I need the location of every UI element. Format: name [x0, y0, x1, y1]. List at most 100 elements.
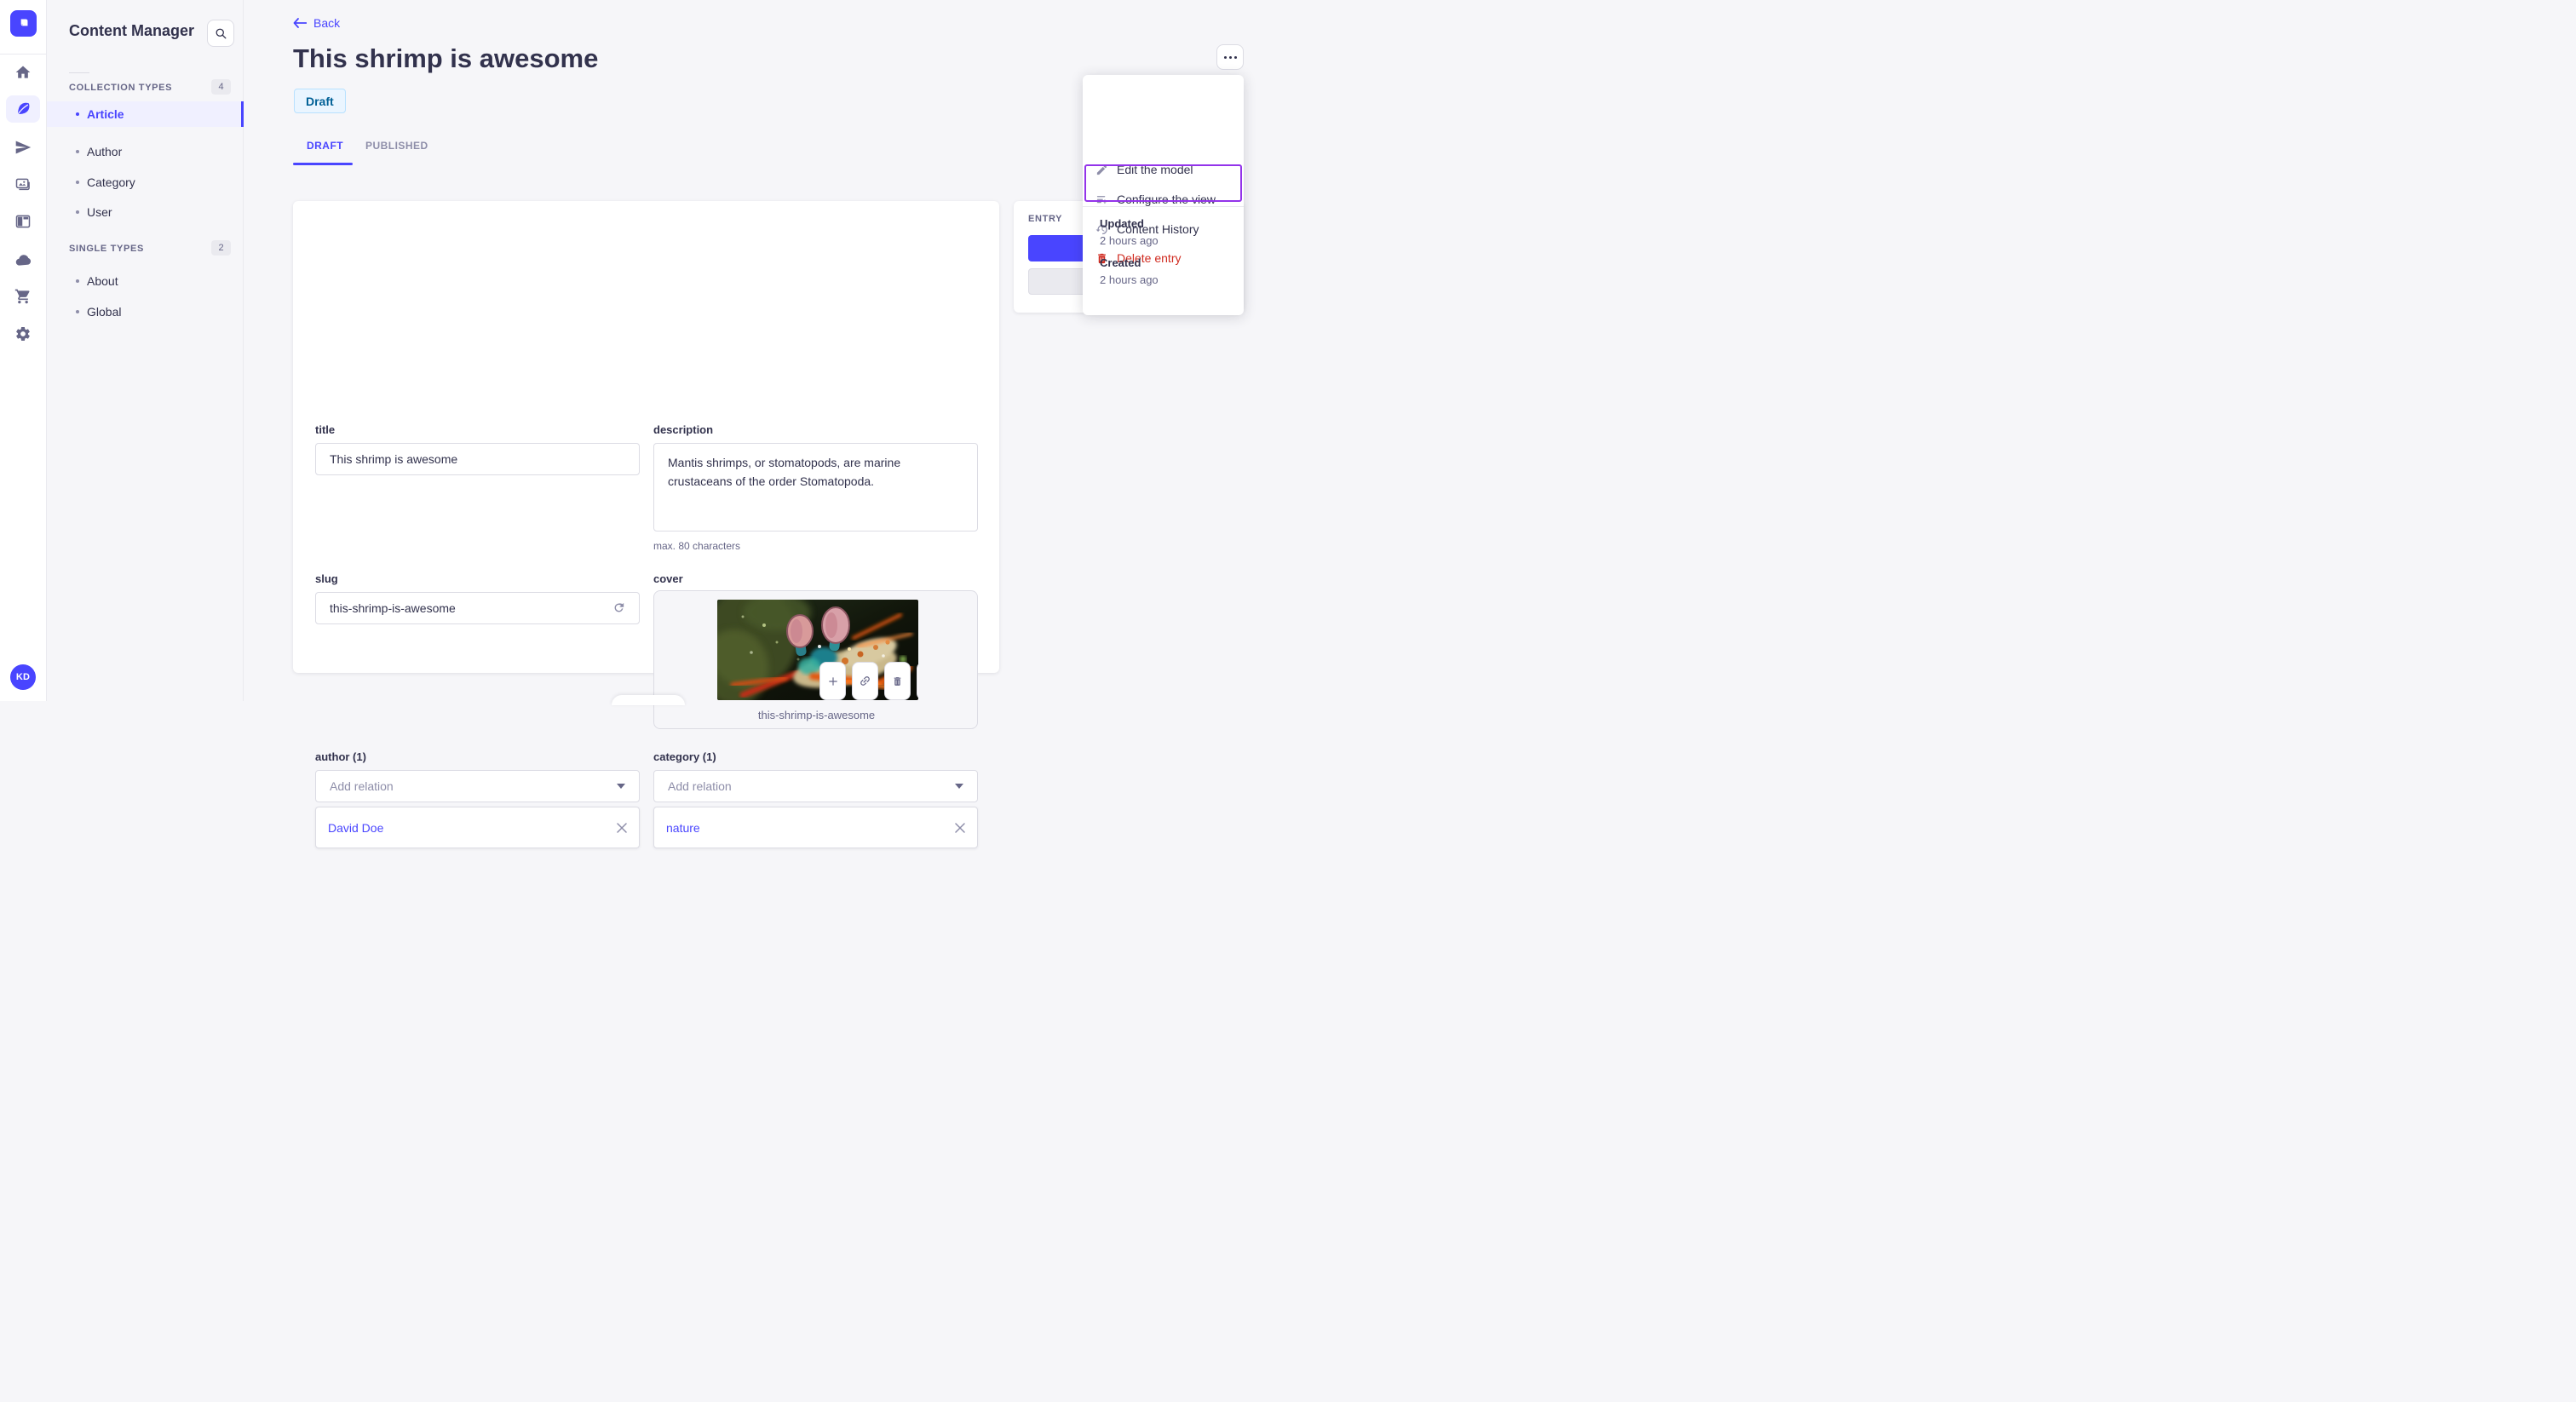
user-avatar[interactable]: KD [10, 664, 36, 690]
description-hint: max. 80 characters [653, 540, 741, 552]
updated-value: 2 hours ago [1100, 234, 1159, 247]
subnav-item-label: Global [87, 305, 122, 319]
sidebar-item-marketplace[interactable] [6, 283, 40, 310]
bullet-icon [76, 112, 79, 116]
sidebar-item-releases[interactable] [6, 134, 40, 161]
section-label-collection-types: COLLECTION TYPES [69, 83, 173, 93]
cloud-icon [15, 254, 31, 266]
tab-draft[interactable]: DRAFT [307, 140, 343, 152]
content-manager-subnav: Content Manager COLLECTION TYPES 4 Artic… [47, 0, 244, 701]
back-label: Back [313, 16, 341, 30]
category-field-label: category (1) [653, 750, 716, 763]
category-add-relation-select[interactable]: Add relation [653, 770, 978, 802]
trash-outline-icon [894, 676, 901, 686]
edit-media-button[interactable] [917, 662, 918, 700]
arrow-left-icon [293, 18, 307, 28]
author-relation-item: David Doe [315, 807, 640, 848]
feather-icon [16, 102, 30, 116]
cover-image [717, 600, 918, 700]
tab-published[interactable]: PUBLISHED [365, 140, 428, 152]
ellipsis-icon [1223, 55, 1227, 59]
sidebar-item-media-library[interactable] [6, 171, 40, 198]
subnav-item-label: Category [87, 175, 135, 189]
subnav-item-label: User [87, 205, 112, 219]
author-field-label: author (1) [315, 750, 366, 763]
back-link[interactable]: Back [293, 16, 340, 30]
bullet-icon [76, 279, 79, 283]
subnav-item-user[interactable]: User [47, 199, 244, 225]
menu-item-label: Edit the model [1117, 163, 1193, 176]
cover-media-field: this-shrimp-is-awesome [653, 590, 978, 729]
paper-plane-icon [15, 141, 32, 154]
created-value: 2 hours ago [1100, 273, 1159, 286]
subnav-item-about[interactable]: About [47, 268, 244, 294]
gear-icon [16, 326, 30, 342]
updated-label: Updated [1100, 217, 1144, 230]
subnav-item-label: Article [87, 107, 124, 121]
single-types-count-badge: 2 [211, 240, 231, 256]
sidebar-item-content-manager[interactable] [6, 95, 40, 123]
sidebar-item-home[interactable] [6, 59, 40, 86]
home-icon [15, 66, 31, 78]
status-badge: Draft [294, 89, 346, 113]
cover-field-label: cover [653, 572, 683, 585]
bullet-icon [76, 150, 79, 153]
category-relation-link[interactable]: nature [666, 821, 700, 835]
media-library-icon [15, 178, 30, 191]
regenerate-slug-button[interactable] [612, 600, 626, 619]
description-field-label: description [653, 423, 714, 436]
author-add-relation-select[interactable]: Add relation [315, 770, 640, 802]
author-relation-placeholder: Add relation [330, 779, 394, 793]
plus-icon [828, 676, 837, 686]
search-icon [216, 28, 226, 38]
title-input[interactable] [315, 443, 640, 475]
strapi-logo-icon [20, 19, 28, 26]
subnav-item-article[interactable]: Article [47, 101, 244, 127]
menu-item-label: Configure the view [1117, 192, 1216, 206]
strapi-logo[interactable] [10, 10, 37, 37]
more-options-button[interactable] [1216, 44, 1244, 70]
entry-form-card: title description Mantis shrimps, or sto… [293, 201, 999, 848]
subnav-item-label: Author [87, 145, 123, 158]
scroll-handle-pill[interactable] [612, 695, 685, 705]
author-relation-link[interactable]: David Doe [328, 821, 383, 835]
bullet-icon [76, 310, 79, 313]
add-media-button[interactable] [819, 662, 846, 700]
main-nav-rail: KD [0, 0, 47, 701]
subnav-item-author[interactable]: Author [47, 139, 244, 164]
sidebar-item-settings[interactable] [6, 320, 40, 348]
section-label-single-types: SINGLE TYPES [69, 244, 144, 254]
cart-icon [14, 289, 30, 304]
copy-link-button[interactable] [852, 662, 878, 700]
active-tab-underline [293, 163, 353, 165]
chevron-down-icon [617, 784, 625, 789]
subnav-title: Content Manager [69, 22, 195, 39]
bullet-icon [76, 210, 79, 214]
chevron-down-icon [955, 784, 963, 789]
title-field-label: title [315, 423, 336, 436]
sidebar-item-content-type-builder[interactable] [6, 208, 40, 235]
rail-divider [0, 54, 47, 55]
more-options-menu: Edit the model Configure the view Conten… [1083, 75, 1244, 315]
close-icon [617, 822, 627, 833]
description-textarea[interactable]: Mantis shrimps, or stomatopods, are mari… [653, 443, 978, 531]
delete-media-button[interactable] [884, 662, 911, 700]
created-label: Created [1100, 256, 1141, 269]
remove-author-button[interactable] [617, 822, 627, 833]
category-relation-placeholder: Add relation [668, 779, 732, 793]
page-title: This shrimp is awesome [293, 43, 599, 73]
configure-icon [1096, 195, 1107, 204]
menu-item-edit-the-model[interactable]: Edit the model [1083, 157, 1244, 182]
bullet-icon [76, 181, 79, 184]
sidebar-item-deploy[interactable] [6, 246, 40, 273]
refresh-icon [614, 602, 624, 612]
search-button[interactable] [207, 20, 234, 47]
slug-input[interactable] [315, 592, 640, 624]
category-relation-item: nature [653, 807, 978, 848]
subnav-divider [69, 72, 89, 73]
subnav-item-category[interactable]: Category [47, 170, 244, 195]
subnav-item-global[interactable]: Global [47, 299, 244, 325]
entry-panel-title: ENTRY [1028, 214, 1063, 224]
menu-item-configure-the-view[interactable]: Configure the view [1083, 187, 1244, 212]
remove-category-button[interactable] [955, 822, 965, 833]
